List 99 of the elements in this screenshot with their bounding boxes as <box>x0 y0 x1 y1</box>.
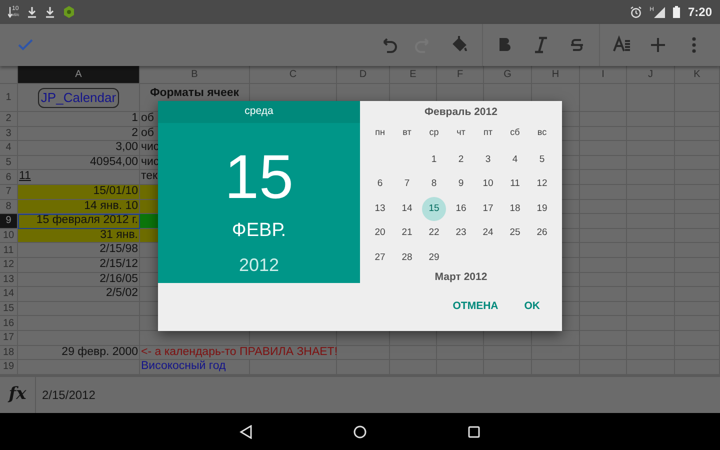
month-title: Февраль 2012 <box>424 105 498 119</box>
back-icon[interactable] <box>239 424 253 438</box>
weekday-header: сб <box>509 126 521 140</box>
row-header[interactable]: 11 <box>0 243 18 258</box>
row-header[interactable]: 6 <box>0 170 18 185</box>
weekday-header: пн <box>374 126 386 140</box>
column-header[interactable]: H <box>532 66 580 84</box>
calendar-button[interactable]: JP_Calendar <box>38 88 120 108</box>
weekday-header: ср <box>428 126 440 140</box>
table-cell: 2/16/05 <box>18 272 140 288</box>
battery-icon <box>672 6 680 18</box>
row-header[interactable]: 18 <box>0 346 18 360</box>
calendar-day[interactable]: 15 <box>422 196 446 221</box>
table-cell: 3,00 <box>18 141 140 156</box>
table-cell: Високосный год <box>140 360 250 375</box>
column-header[interactable]: E <box>390 66 437 84</box>
table-cell: 15/01/10 <box>18 184 140 200</box>
column-header[interactable]: F <box>437 66 484 84</box>
calendar-day[interactable]: 25 <box>503 221 527 246</box>
recent-apps-icon[interactable] <box>467 424 481 438</box>
table-cell: 2/15/98 <box>18 243 140 258</box>
column-header[interactable]: J <box>627 66 675 84</box>
row-header[interactable]: 1 <box>0 84 18 112</box>
hexagon-icon <box>63 6 76 18</box>
calendar-day[interactable]: 16 <box>449 196 473 221</box>
calendar-day[interactable]: 10 <box>476 172 500 196</box>
download-arrow-icon <box>8 6 12 18</box>
table-cell: 31 янв. <box>18 228 140 244</box>
column-header[interactable]: D <box>337 66 390 84</box>
calendar-day[interactable]: 20 <box>368 221 392 246</box>
calendar-day[interactable]: 17 <box>476 196 500 221</box>
column-header[interactable]: B <box>140 66 250 84</box>
calendar-day[interactable]: 26 <box>530 221 554 246</box>
row-header[interactable]: 12 <box>0 258 18 273</box>
home-icon[interactable] <box>353 424 367 438</box>
table-cell: 2/5/02 <box>18 287 140 302</box>
calendar-day[interactable]: 6 <box>368 172 392 196</box>
calendar-day[interactable]: 9 <box>449 172 473 196</box>
row-header[interactable]: 19 <box>0 360 18 375</box>
calendar-day[interactable]: 5 <box>530 148 554 172</box>
table-cell: 40954,00 <box>18 156 140 170</box>
calendar-day[interactable]: 7 <box>395 172 419 196</box>
signal-icon <box>654 6 665 18</box>
weekday-label: среда <box>158 101 360 123</box>
weekday-header: вт <box>402 126 412 140</box>
table-cell: 1 <box>18 112 140 127</box>
dialog-button[interactable]: ОТМЕНА <box>444 293 506 321</box>
calendar-day[interactable]: 28 <box>395 246 419 270</box>
calendar-day[interactable]: 22 <box>422 221 446 246</box>
calendar-day[interactable]: 3 <box>476 148 500 172</box>
calendar-day[interactable]: 29 <box>422 246 446 270</box>
month-title: Март 2012 <box>434 270 488 283</box>
table-cell: 2 <box>18 126 140 142</box>
calendar-day[interactable]: 23 <box>449 221 473 246</box>
alarm-clock-icon <box>630 6 642 18</box>
column-header[interactable]: I <box>580 66 627 84</box>
weekday-header: вс <box>536 126 548 140</box>
selected-year[interactable]: 2012 <box>238 252 280 278</box>
calendar-day[interactable]: 18 <box>503 196 527 221</box>
download-icon <box>27 6 38 18</box>
row-header[interactable]: 14 <box>0 287 18 302</box>
column-header[interactable]: K <box>675 66 720 84</box>
plus-icon[interactable] <box>648 35 668 55</box>
table-cell: <- а календарь-то ПРАВИЛА ЗНАЕТ! <box>140 346 337 360</box>
column-header[interactable]: G <box>484 66 532 84</box>
row-header[interactable]: 3 <box>0 126 18 142</box>
download-icon <box>45 6 56 18</box>
table-cell: 2/15/12 <box>18 258 140 273</box>
calendar-day[interactable]: 14 <box>395 196 419 221</box>
calendar-day[interactable]: 12 <box>530 172 554 196</box>
calendar-day[interactable]: 24 <box>476 221 500 246</box>
formula-input[interactable]: 2/15/2012 <box>36 376 96 413</box>
weekday-header: чт <box>456 126 466 140</box>
calendar-day[interactable]: 19 <box>530 196 554 221</box>
table-cell: 14 янв. 10 <box>18 200 140 214</box>
row-header[interactable]: 15 <box>0 302 18 316</box>
dialog-button[interactable]: OK <box>516 293 548 321</box>
calendar-day[interactable]: 27 <box>368 246 392 270</box>
calendar-day[interactable]: 4 <box>503 148 527 172</box>
calendar-day[interactable]: 11 <box>503 172 527 196</box>
row-header[interactable]: 13 <box>0 272 18 288</box>
column-header[interactable]: A <box>18 66 140 84</box>
calendar-day[interactable]: 8 <box>422 172 446 196</box>
row-header[interactable]: 16 <box>0 316 18 331</box>
calendar-day[interactable]: 21 <box>395 221 419 246</box>
calendar-day[interactable]: 13 <box>368 196 392 221</box>
table-cell: 29 февр. 2000 <box>18 346 140 360</box>
row-header[interactable]: 2 <box>0 112 18 127</box>
row-header[interactable]: 17 <box>0 330 18 346</box>
selected-month: ФЕВР. <box>232 219 286 243</box>
row-header[interactable]: 9 <box>0 214 18 229</box>
row-header[interactable]: 5 <box>0 156 18 170</box>
weekday-header: пт <box>482 126 494 140</box>
table-cell: 15 февраля 2012 г. <box>18 214 140 229</box>
clock-time: 7:20 <box>688 4 712 21</box>
column-header[interactable]: C <box>250 66 337 84</box>
calendar-day[interactable]: 1 <box>422 148 446 172</box>
row-header[interactable]: 4 <box>0 141 18 156</box>
calendar-day[interactable]: 2 <box>449 148 473 172</box>
